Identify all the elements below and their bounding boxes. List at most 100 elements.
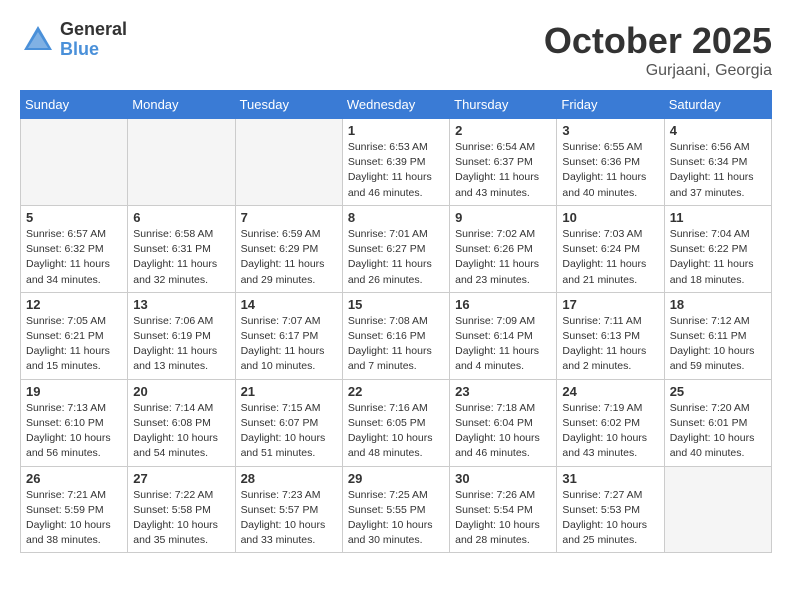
day-number: 30 [455,471,551,486]
day-info: Sunrise: 6:57 AMSunset: 6:32 PMDaylight:… [26,227,122,288]
calendar-week-row-3: 12 Sunrise: 7:05 AMSunset: 6:21 PMDayligh… [21,292,772,379]
day-info: Sunrise: 6:56 AMSunset: 6:34 PMDaylight:… [670,140,766,201]
calendar-header-row: SundayMondayTuesdayWednesdayThursdayFrid… [21,91,772,119]
calendar-cell-2-6: 10 Sunrise: 7:03 AMSunset: 6:24 PMDayligh… [557,205,664,292]
calendar-header-wednesday: Wednesday [342,91,449,119]
day-info: Sunrise: 7:13 AMSunset: 6:10 PMDaylight:… [26,401,122,462]
day-info: Sunrise: 7:27 AMSunset: 5:53 PMDaylight:… [562,488,658,549]
logo-text: General Blue [60,20,127,60]
calendar-cell-2-4: 8 Sunrise: 7:01 AMSunset: 6:27 PMDaylight… [342,205,449,292]
calendar-cell-5-5: 30 Sunrise: 7:26 AMSunset: 5:54 PMDayligh… [450,466,557,553]
day-info: Sunrise: 7:05 AMSunset: 6:21 PMDaylight:… [26,314,122,375]
day-info: Sunrise: 7:23 AMSunset: 5:57 PMDaylight:… [241,488,337,549]
day-number: 24 [562,384,658,399]
day-number: 5 [26,210,122,225]
calendar-cell-4-7: 25 Sunrise: 7:20 AMSunset: 6:01 PMDayligh… [664,379,771,466]
day-info: Sunrise: 7:14 AMSunset: 6:08 PMDaylight:… [133,401,229,462]
calendar-cell-3-4: 15 Sunrise: 7:08 AMSunset: 6:16 PMDayligh… [342,292,449,379]
day-number: 26 [26,471,122,486]
logo: General Blue [20,20,127,60]
day-number: 25 [670,384,766,399]
page-header: General Blue October 2025 Gurjaani, Geor… [20,20,772,80]
calendar-cell-3-2: 13 Sunrise: 7:06 AMSunset: 6:19 PMDayligh… [128,292,235,379]
day-number: 19 [26,384,122,399]
day-info: Sunrise: 6:59 AMSunset: 6:29 PMDaylight:… [241,227,337,288]
calendar-cell-5-3: 28 Sunrise: 7:23 AMSunset: 5:57 PMDayligh… [235,466,342,553]
day-number: 15 [348,297,444,312]
calendar-header-tuesday: Tuesday [235,91,342,119]
calendar-cell-5-7 [664,466,771,553]
day-number: 17 [562,297,658,312]
day-info: Sunrise: 7:18 AMSunset: 6:04 PMDaylight:… [455,401,551,462]
calendar-cell-1-2 [128,119,235,206]
day-info: Sunrise: 7:26 AMSunset: 5:54 PMDaylight:… [455,488,551,549]
calendar-week-row-1: 1Sunrise: 6:53 AMSunset: 6:39 PMDaylight… [21,119,772,206]
calendar-header-saturday: Saturday [664,91,771,119]
day-number: 12 [26,297,122,312]
calendar-header-thursday: Thursday [450,91,557,119]
day-number: 27 [133,471,229,486]
calendar-cell-3-6: 17Sunrise: 7:11 AMSunset: 6:13 PMDayligh… [557,292,664,379]
day-number: 29 [348,471,444,486]
day-info: Sunrise: 7:08 AMSunset: 6:16 PMDaylight:… [348,314,444,375]
calendar-cell-4-5: 23Sunrise: 7:18 AMSunset: 6:04 PMDayligh… [450,379,557,466]
calendar-cell-4-4: 22Sunrise: 7:16 AMSunset: 6:05 PMDayligh… [342,379,449,466]
calendar-cell-5-2: 27Sunrise: 7:22 AMSunset: 5:58 PMDayligh… [128,466,235,553]
calendar-cell-1-4: 1Sunrise: 6:53 AMSunset: 6:39 PMDaylight… [342,119,449,206]
calendar-header-sunday: Sunday [21,91,128,119]
day-number: 28 [241,471,337,486]
day-number: 9 [455,210,551,225]
day-info: Sunrise: 7:16 AMSunset: 6:05 PMDaylight:… [348,401,444,462]
day-info: Sunrise: 7:03 AMSunset: 6:24 PMDaylight:… [562,227,658,288]
day-info: Sunrise: 7:20 AMSunset: 6:01 PMDaylight:… [670,401,766,462]
calendar-cell-4-6: 24 Sunrise: 7:19 AMSunset: 6:02 PMDayligh… [557,379,664,466]
day-number: 11 [670,210,766,225]
calendar-cell-3-7: 18Sunrise: 7:12 AMSunset: 6:11 PMDayligh… [664,292,771,379]
day-number: 21 [241,384,337,399]
calendar-cell-5-4: 29 Sunrise: 7:25 AMSunset: 5:55 PMDayligh… [342,466,449,553]
day-info: Sunrise: 7:02 AMSunset: 6:26 PMDaylight:… [455,227,551,288]
calendar-cell-3-5: 16 Sunrise: 7:09 AMSunset: 6:14 PMDayligh… [450,292,557,379]
day-number: 10 [562,210,658,225]
day-number: 13 [133,297,229,312]
day-info: Sunrise: 7:06 AMSunset: 6:19 PMDaylight:… [133,314,229,375]
calendar-cell-5-6: 31 Sunrise: 7:27 AMSunset: 5:53 PMDayligh… [557,466,664,553]
logo-blue-text: Blue [60,40,127,60]
day-info: Sunrise: 7:09 AMSunset: 6:14 PMDaylight:… [455,314,551,375]
calendar-cell-4-1: 19 Sunrise: 7:13 AMSunset: 6:10 PMDayligh… [21,379,128,466]
calendar-cell-4-2: 20Sunrise: 7:14 AMSunset: 6:08 PMDayligh… [128,379,235,466]
day-number: 7 [241,210,337,225]
day-info: Sunrise: 7:21 AMSunset: 5:59 PMDaylight:… [26,488,122,549]
day-info: Sunrise: 7:15 AMSunset: 6:07 PMDaylight:… [241,401,337,462]
calendar-table: SundayMondayTuesdayWednesdayThursdayFrid… [20,90,772,553]
calendar-week-row-5: 26 Sunrise: 7:21 AMSunset: 5:59 PMDayligh… [21,466,772,553]
calendar-cell-3-3: 14 Sunrise: 7:07 AMSunset: 6:17 PMDayligh… [235,292,342,379]
day-info: Sunrise: 7:19 AMSunset: 6:02 PMDaylight:… [562,401,658,462]
day-info: Sunrise: 7:25 AMSunset: 5:55 PMDaylight:… [348,488,444,549]
location: Gurjaani, Georgia [544,62,772,80]
logo-general-text: General [60,20,127,40]
day-number: 6 [133,210,229,225]
calendar-cell-2-2: 6 Sunrise: 6:58 AMSunset: 6:31 PMDaylight… [128,205,235,292]
day-number: 31 [562,471,658,486]
month-title: October 2025 [544,20,772,62]
calendar-cell-1-3 [235,119,342,206]
calendar-week-row-2: 5 Sunrise: 6:57 AMSunset: 6:32 PMDaylight… [21,205,772,292]
calendar-cell-2-5: 9 Sunrise: 7:02 AMSunset: 6:26 PMDaylight… [450,205,557,292]
day-number: 8 [348,210,444,225]
calendar-cell-2-7: 11Sunrise: 7:04 AMSunset: 6:22 PMDayligh… [664,205,771,292]
day-number: 16 [455,297,551,312]
day-info: Sunrise: 6:54 AMSunset: 6:37 PMDaylight:… [455,140,551,201]
day-info: Sunrise: 6:58 AMSunset: 6:31 PMDaylight:… [133,227,229,288]
calendar-header-friday: Friday [557,91,664,119]
day-info: Sunrise: 6:53 AMSunset: 6:39 PMDaylight:… [348,140,444,201]
calendar-cell-5-1: 26 Sunrise: 7:21 AMSunset: 5:59 PMDayligh… [21,466,128,553]
calendar-cell-1-1 [21,119,128,206]
logo-icon [20,22,56,58]
day-number: 14 [241,297,337,312]
day-info: Sunrise: 7:01 AMSunset: 6:27 PMDaylight:… [348,227,444,288]
calendar-header-monday: Monday [128,91,235,119]
calendar-cell-1-7: 4Sunrise: 6:56 AMSunset: 6:34 PMDaylight… [664,119,771,206]
calendar-week-row-4: 19 Sunrise: 7:13 AMSunset: 6:10 PMDayligh… [21,379,772,466]
day-info: Sunrise: 7:07 AMSunset: 6:17 PMDaylight:… [241,314,337,375]
